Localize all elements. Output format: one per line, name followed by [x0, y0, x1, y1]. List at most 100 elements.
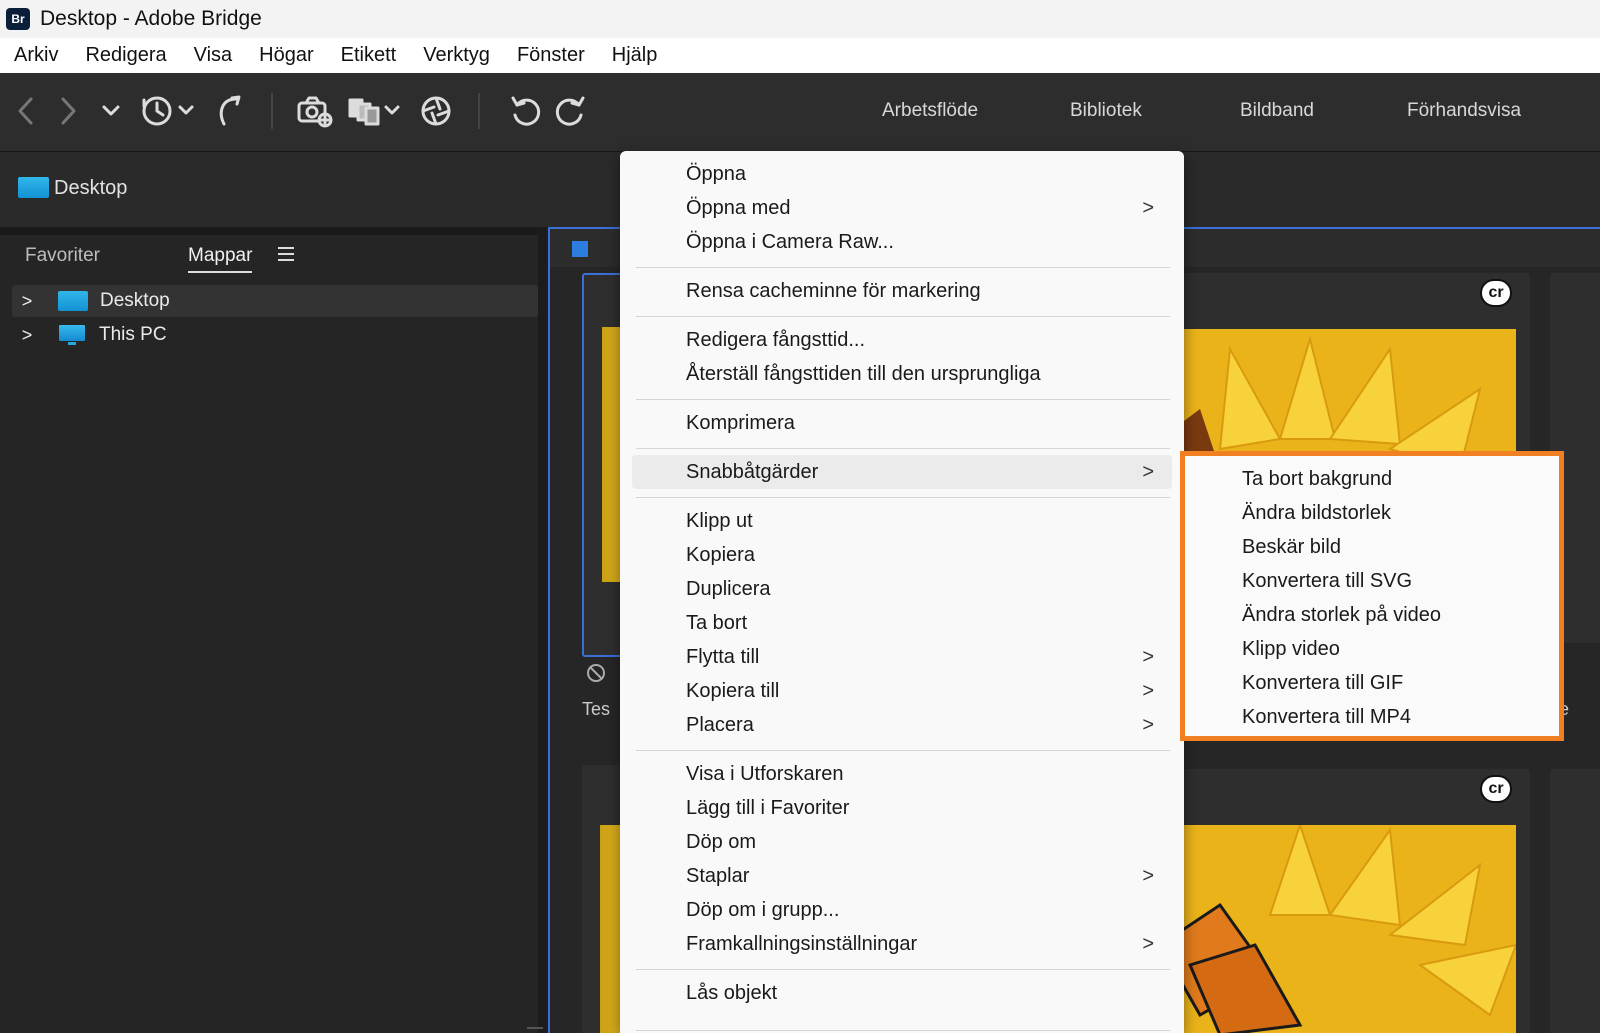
- folder-icon: [58, 291, 88, 311]
- workspace-tab-forhandsvisa[interactable]: Förhandsvisa: [1407, 100, 1521, 122]
- camera-import-icon[interactable]: [296, 91, 334, 131]
- workspace-tab-arbetsflode[interactable]: Arbetsflöde: [882, 100, 978, 122]
- breadcrumb-desktop[interactable]: Desktop: [54, 177, 127, 200]
- menu-separator: [636, 497, 1170, 498]
- menu-item-open-with[interactable]: Öppna med >: [632, 191, 1172, 225]
- scrollbar-handle[interactable]: [527, 1027, 543, 1029]
- thumbnail-card[interactable]: [1550, 769, 1600, 1033]
- rotate-right-icon[interactable]: [552, 91, 588, 131]
- menu-item-compress[interactable]: Komprimera: [632, 406, 1172, 440]
- menu-item-copy-to[interactable]: Kopiera till >: [632, 674, 1172, 708]
- menu-item-edit-capture-time[interactable]: Redigera fångsttid...: [632, 323, 1172, 357]
- workspace-tab-bildband[interactable]: Bildband: [1240, 100, 1314, 122]
- menu-verktyg[interactable]: Verktyg: [423, 44, 490, 67]
- menu-item-cut[interactable]: Klipp ut: [632, 504, 1172, 538]
- context-menu: Öppna Öppna med > Öppna i Camera Raw... R…: [620, 151, 1184, 1033]
- menu-item-label: Flytta till: [686, 645, 760, 668]
- menu-item-label: Kopiera: [686, 543, 755, 566]
- menu-redigera[interactable]: Redigera: [85, 44, 166, 67]
- submenu-item-resize-video[interactable]: Ändra storlek på video: [1242, 604, 1441, 627]
- tree-item-desktop[interactable]: > Desktop: [12, 285, 538, 317]
- menu-item-revert-capture-time[interactable]: Återställ fångsttiden till den ursprungl…: [632, 357, 1172, 391]
- tree-item-this-pc[interactable]: > This PC: [12, 319, 538, 351]
- menu-item-batch-rename[interactable]: Döp om i grupp...: [632, 893, 1172, 927]
- chevron-right-icon: >: [1142, 932, 1154, 955]
- menu-item-label: Lägg till i Favoriter: [686, 796, 850, 819]
- menu-item-duplicate[interactable]: Duplicera: [632, 572, 1172, 606]
- menu-item-label: Visa i Utforskaren: [686, 762, 844, 785]
- menu-separator: [636, 267, 1170, 268]
- menu-separator: [636, 316, 1170, 317]
- menu-item-develop-settings[interactable]: Framkallningsinställningar >: [632, 927, 1172, 961]
- chevron-down-icon[interactable]: [98, 91, 124, 131]
- camera-raw-badge: cr: [1480, 279, 1512, 307]
- toolbar-separator: [271, 93, 273, 129]
- chevron-right-icon: >: [1142, 196, 1154, 219]
- menu-item-label: Duplicera: [686, 577, 771, 600]
- title-bar: Br Desktop - Adobe Bridge: [0, 0, 1600, 38]
- tree-item-label: This PC: [99, 324, 167, 345]
- chevron-right-icon: >: [1142, 713, 1154, 736]
- menu-fonster[interactable]: Fönster: [517, 44, 585, 67]
- menu-item-stacks[interactable]: Staplar >: [632, 859, 1172, 893]
- chevron-right-icon[interactable]: >: [12, 291, 42, 312]
- menu-hogar[interactable]: Högar: [259, 44, 313, 67]
- menu-item-label: Framkallningsinställningar: [686, 932, 918, 955]
- menu-etikett[interactable]: Etikett: [341, 44, 397, 67]
- tab-favorites[interactable]: Favoriter: [25, 245, 100, 267]
- menu-visa[interactable]: Visa: [194, 44, 233, 67]
- menu-item-open-camera-raw[interactable]: Öppna i Camera Raw...: [632, 225, 1172, 259]
- menu-item-label: Öppna med: [686, 196, 791, 219]
- menu-separator: [636, 448, 1170, 449]
- panel-splitter[interactable]: [538, 227, 546, 1033]
- menu-hjalp[interactable]: Hjälp: [612, 44, 658, 67]
- menu-item-copy[interactable]: Kopiera: [632, 538, 1172, 572]
- submenu-item-resize-image[interactable]: Ändra bildstorlek: [1242, 502, 1391, 525]
- panel-menu-icon[interactable]: [278, 247, 294, 263]
- submenu-item-convert-svg[interactable]: Konvertera till SVG: [1242, 570, 1412, 593]
- recent-history-icon[interactable]: [140, 91, 198, 131]
- camera-raw-icon[interactable]: [418, 91, 454, 131]
- thumbnail-card[interactable]: cr: [1160, 769, 1530, 1033]
- menu-item-purge-cache[interactable]: Rensa cacheminne för markering: [632, 274, 1172, 308]
- submenu-item-convert-gif[interactable]: Konvertera till GIF: [1242, 672, 1403, 695]
- rotate-left-icon[interactable]: [508, 91, 544, 131]
- menu-item-lock-item[interactable]: Lås objekt: [632, 976, 1172, 1010]
- menu-item-move-to[interactable]: Flytta till >: [632, 640, 1172, 674]
- window-title: Desktop - Adobe Bridge: [40, 7, 262, 30]
- menu-item-quick-actions[interactable]: Snabbåtgärder >: [632, 455, 1172, 489]
- output-icon[interactable]: [346, 91, 404, 131]
- quick-actions-submenu: Ta bort bakgrund Ändra bildstorlek Beskä…: [1180, 451, 1564, 741]
- boomerang-icon[interactable]: [212, 91, 242, 131]
- menu-item-label: Rensa cacheminne för markering: [686, 279, 981, 302]
- tab-folders[interactable]: Mappar: [188, 245, 253, 273]
- submenu-item-remove-background[interactable]: Ta bort bakgrund: [1242, 468, 1392, 491]
- menu-item-label: Klipp ut: [686, 509, 753, 532]
- menu-item-reveal-in-explorer[interactable]: Visa i Utforskaren: [632, 757, 1172, 791]
- camera-raw-badge: cr: [1480, 775, 1512, 803]
- submenu-item-trim-video[interactable]: Klipp video: [1242, 638, 1340, 661]
- forward-icon[interactable]: [54, 91, 82, 131]
- menu-item-rename[interactable]: Döp om: [632, 825, 1172, 859]
- menu-item-label: Ta bort: [686, 611, 748, 634]
- chevron-right-icon: >: [1142, 679, 1154, 702]
- menu-item-label: Återställ fångsttiden till den ursprungl…: [686, 362, 1041, 385]
- thumbnail-image: [1160, 825, 1516, 1033]
- chevron-right-icon[interactable]: >: [12, 325, 42, 346]
- back-icon[interactable]: [12, 91, 40, 131]
- menu-item-place[interactable]: Placera >: [632, 708, 1172, 742]
- workspace-tab-bibliotek[interactable]: Bibliotek: [1070, 100, 1142, 122]
- menu-item-label: Placera: [686, 713, 754, 736]
- menu-item-delete[interactable]: Ta bort: [632, 606, 1172, 640]
- selection-indicator[interactable]: [572, 241, 588, 257]
- submenu-item-crop-image[interactable]: Beskär bild: [1242, 536, 1341, 559]
- submenu-item-convert-mp4[interactable]: Konvertera till MP4: [1242, 706, 1411, 729]
- menu-item-add-to-favorites[interactable]: Lägg till i Favoriter: [632, 791, 1172, 825]
- menu-arkiv[interactable]: Arkiv: [14, 44, 58, 67]
- menu-separator: [636, 1030, 1170, 1031]
- menu-item-label: Staplar: [686, 864, 750, 887]
- folder-icon: [18, 177, 49, 198]
- reject-icon[interactable]: [587, 664, 605, 682]
- menu-item-open[interactable]: Öppna: [632, 157, 1172, 191]
- menu-item-label: Döp om: [686, 830, 757, 853]
